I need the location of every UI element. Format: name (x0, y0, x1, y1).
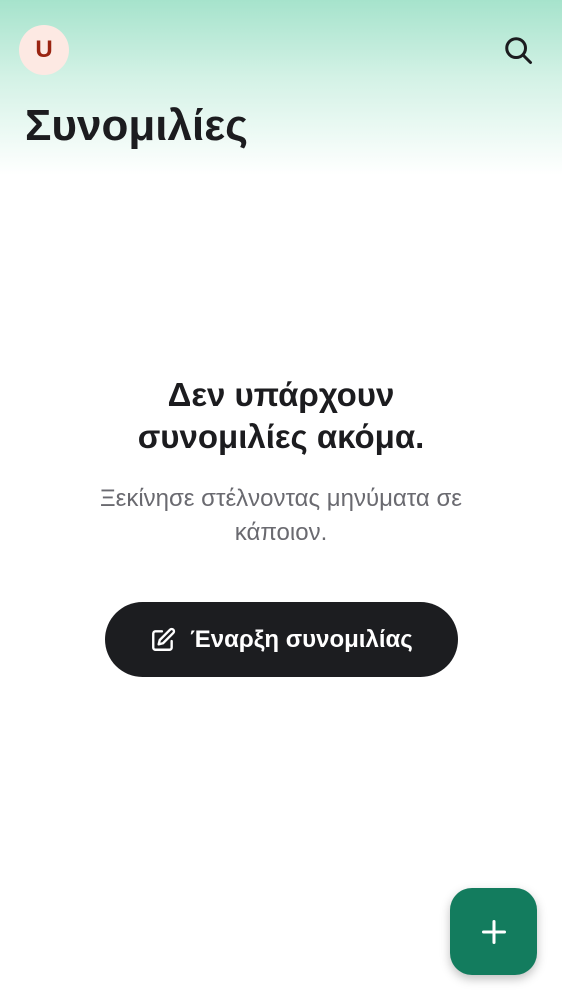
avatar[interactable]: U (19, 25, 69, 75)
empty-state-subtitle: Ξεκίνησε στέλνοντας μηνύματα σε κάποιον. (100, 485, 462, 546)
edit-icon (150, 627, 176, 653)
start-conversation-label: Έναρξη συνομιλίας (190, 625, 413, 653)
empty-state-title: Δεν υπάρχουν συνομιλίες ακόμα. (137, 376, 425, 455)
avatar-initial: U (35, 36, 53, 63)
plus-icon (481, 919, 506, 944)
page-title: Συνομιλίες (25, 101, 248, 150)
new-conversation-fab[interactable] (450, 888, 537, 975)
search-button[interactable] (498, 30, 538, 70)
search-icon (505, 37, 532, 64)
start-conversation-button[interactable]: Έναρξη συνομιλίας (105, 602, 458, 677)
